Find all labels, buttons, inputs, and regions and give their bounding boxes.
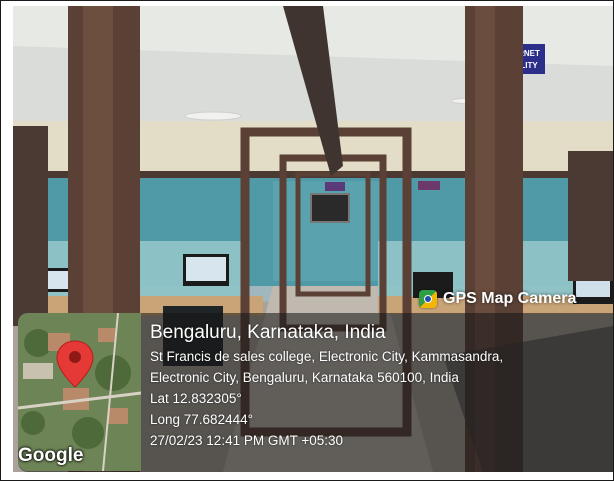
app-name: GPS Map Camera (443, 290, 577, 307)
svg-text:LITY: LITY (520, 61, 538, 70)
camera-map-icon (419, 290, 437, 308)
address-line-2: Electronic City, Bengaluru, Karnataka 56… (150, 370, 459, 385)
image-frame: RNET LITY GPS Map Camera Google Bengalur… (0, 0, 614, 481)
latitude: Lat 12.832305° (150, 391, 242, 406)
datetime: 27/02/23 12:41 PM GMT +05:30 (150, 433, 344, 448)
location-details: Bengaluru, Karnataka, India St Francis d… (150, 320, 605, 451)
map-logo: Google (18, 445, 84, 466)
address-line-1: St Francis de sales college, Electronic … (150, 349, 504, 364)
longitude: Long 77.682444° (150, 412, 253, 427)
photo: RNET LITY GPS Map Camera Google Bengalur… (13, 6, 613, 472)
app-watermark: GPS Map Camera (419, 287, 576, 311)
map-thumbnail: Google (18, 313, 141, 471)
location-title: Bengaluru, Karnataka, India (150, 322, 386, 343)
